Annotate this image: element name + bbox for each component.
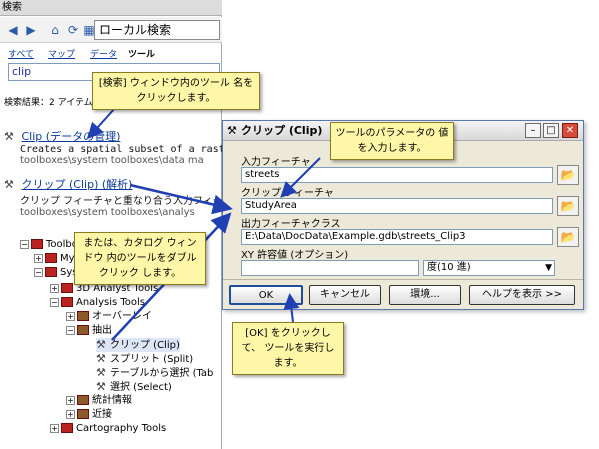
clip-dialog-title: クリップ (Clip)	[241, 124, 323, 137]
tree-item[interactable]: ⚒ テーブルから選択 (Tab	[96, 366, 213, 380]
expand-icon[interactable]: +	[34, 253, 43, 263]
expand-icon[interactable]: +	[66, 409, 75, 419]
collapse-icon[interactable]: −	[20, 239, 29, 249]
toolbox-icon	[61, 283, 73, 293]
tree-item[interactable]: + オーバーレイ	[66, 310, 152, 324]
result-path: toolboxes\system toolboxes\data ma	[20, 155, 204, 166]
search-result: ⚒ クリップ (Clip) (解析) クリップ フィーチャと重なり合う入力フィー…	[4, 176, 233, 218]
expand-icon[interactable]: +	[66, 395, 75, 405]
expand-icon[interactable]: +	[50, 283, 59, 293]
search-result: ⚒ Clip (データの管理) Creates a spatial subset…	[4, 128, 249, 166]
tool-hammer-icon: ⚒	[4, 178, 14, 191]
clip-features-field[interactable]: StudyArea	[241, 198, 553, 214]
tree-item-label: My	[60, 253, 75, 264]
tree-item[interactable]: + My	[34, 252, 75, 266]
result-description: Creates a spatial subset of a raster d	[20, 144, 249, 155]
folder-open-icon[interactable]: 📂	[557, 165, 579, 185]
tree-item-label: スプリット (Split)	[110, 354, 194, 365]
toolset-icon	[77, 325, 89, 335]
tree-item[interactable]: − Sys	[34, 266, 77, 280]
toolset-icon	[77, 311, 89, 321]
output-feature-class-label: 出力フィーチャクラス	[241, 219, 341, 230]
callout-catalog: または、カタログ ウィンドウ 内のツールをダブルクリック します。	[74, 232, 206, 285]
toolbox-icon	[45, 267, 57, 277]
result-description: クリップ フィーチャと重なり合う入力フィーチ	[20, 196, 233, 207]
toolbox-icon	[61, 297, 73, 307]
tree-item-label: Cartography Tools	[76, 423, 167, 434]
input-features-label: 入力フィーチャ	[241, 157, 311, 168]
search-window-title: 検索	[0, 0, 222, 16]
tree-item[interactable]: − Toolbo	[20, 238, 78, 252]
tree-item[interactable]: − 抽出	[66, 324, 112, 338]
result-title[interactable]: Clip (データの管理)	[22, 130, 121, 143]
environments-button[interactable]: 環境...	[389, 285, 461, 305]
button-separator	[223, 279, 583, 280]
search-toolbar: ◀ ▶ ⌂ ⟳ ▦ ローカル検索	[0, 17, 222, 43]
xy-tolerance-label: XY 許容値 (オプション)	[241, 250, 349, 261]
local-search-dropdown[interactable]: ローカル検索	[94, 20, 220, 40]
expand-icon[interactable]: +	[50, 423, 59, 433]
show-help-button[interactable]: ヘルプを表示 >>	[469, 285, 575, 305]
expand-icon[interactable]: +	[66, 311, 75, 321]
result-path: toolboxes\system toolboxes\analys	[20, 207, 195, 218]
toolbox-icon	[61, 423, 73, 433]
cancel-button[interactable]: キャンセル	[309, 285, 381, 305]
tree-item-label: 近接	[92, 409, 112, 420]
tree-item-label: テーブルから選択 (Tab	[110, 368, 214, 379]
result-title[interactable]: クリップ (Clip) (解析)	[22, 178, 133, 191]
toolset-icon	[77, 409, 89, 419]
close-button[interactable]: ✕	[562, 123, 578, 138]
clip-features-label: クリップ フィーチャ	[241, 188, 334, 199]
tree-item[interactable]: + 統計情報	[66, 394, 132, 408]
folder-open-icon[interactable]: 📂	[557, 196, 579, 216]
back-arrow-icon[interactable]: ◀	[4, 21, 22, 39]
tab-maps[interactable]: マップ	[48, 47, 75, 60]
callout-run: [OK] をクリックして、 ツールを実行します。	[232, 322, 344, 375]
tool-hammer-icon: ⚒	[96, 366, 106, 379]
tree-item-label: オーバーレイ	[92, 311, 152, 322]
xy-tolerance-field[interactable]	[241, 260, 419, 276]
maximize-button[interactable]: □	[543, 123, 559, 138]
folder-open-icon[interactable]: 📂	[557, 227, 579, 247]
home-icon[interactable]: ⌂	[46, 21, 64, 39]
collapse-icon[interactable]: −	[50, 297, 59, 307]
tree-item-label: 統計情報	[92, 395, 132, 406]
tool-hammer-icon: ⚒	[96, 352, 106, 365]
search-tabs: すべて マップ データ ツール	[0, 44, 222, 62]
tool-hammer-icon: ⚒	[227, 124, 237, 137]
unit-value: 度(10 進)	[427, 262, 471, 273]
tree-item-label: クリップ (Clip)	[110, 340, 180, 351]
tab-all[interactable]: すべて	[8, 47, 34, 60]
tool-hammer-icon: ⚒	[96, 338, 106, 351]
search-window: 検索 ◀ ▶ ⌂ ⟳ ▦ ローカル検索 すべて マップ データ ツール clip…	[0, 0, 249, 449]
tree-item[interactable]: + 近接	[66, 408, 112, 422]
collapse-icon[interactable]: −	[34, 267, 43, 277]
callout-search: [検索] ウィンドウ内のツール 名を クリックします。	[92, 72, 260, 110]
tree-item-label: 抽出	[92, 325, 112, 336]
tree-item[interactable]: ⚒ スプリット (Split)	[96, 352, 193, 366]
forward-arrow-icon[interactable]: ▶	[22, 21, 40, 39]
tree-item[interactable]: − Analysis Tools	[50, 296, 145, 310]
tree-item[interactable]: + Cartography Tools	[50, 422, 166, 436]
tab-data[interactable]: データ	[90, 47, 117, 60]
tree-item[interactable]: ⚒ 選択 (Select)	[96, 380, 172, 394]
xy-tolerance-unit-select[interactable]: 度(10 進) ▼	[423, 260, 555, 276]
output-feature-class-field[interactable]: E:\Data\DocData\Example.gdb\streets_Clip…	[241, 229, 553, 245]
tree-item-label: Analysis Tools	[76, 297, 146, 308]
chevron-down-icon[interactable]: ▼	[545, 261, 552, 275]
minimize-button[interactable]: –	[525, 123, 541, 138]
tree-item-label: 選択 (Select)	[110, 382, 172, 393]
result-count: 検索結果：2 アイテム	[4, 98, 93, 108]
input-features-field[interactable]: streets	[241, 167, 553, 183]
tool-hammer-icon: ⚒	[96, 380, 106, 393]
toolbox-icon	[45, 253, 57, 263]
toolset-icon	[77, 395, 89, 405]
tool-hammer-icon: ⚒	[4, 130, 14, 143]
toolbox-icon	[31, 239, 43, 249]
tree-item-selected[interactable]: ⚒ クリップ (Clip)	[96, 338, 180, 352]
callout-params: ツールのパラメータの 値を入力します。	[330, 122, 454, 160]
tab-tools[interactable]: ツール	[128, 47, 155, 60]
ok-button[interactable]: OK	[229, 285, 303, 305]
collapse-icon[interactable]: −	[66, 325, 75, 335]
